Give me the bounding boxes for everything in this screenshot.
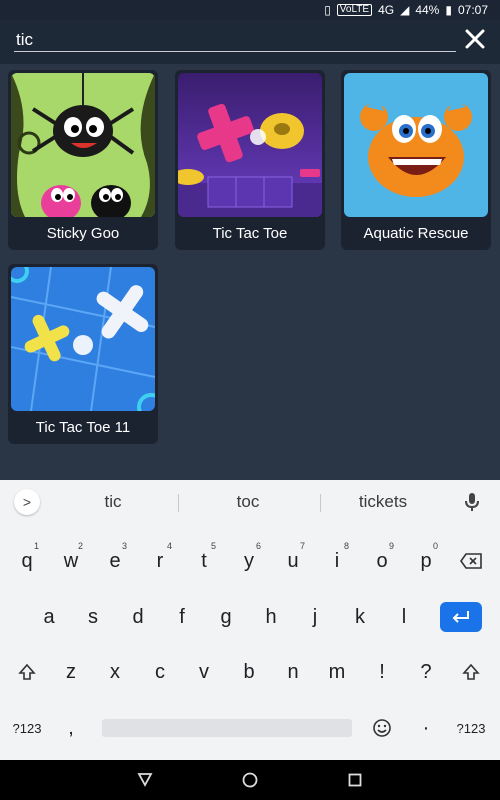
- key-comma[interactable]: ,: [49, 706, 93, 750]
- key-k[interactable]: k: [338, 595, 382, 639]
- game-thumbnail: [11, 73, 155, 217]
- game-thumbnail: [11, 267, 155, 411]
- game-card[interactable]: Aquatic Rescue: [341, 70, 491, 250]
- suggestion-strip: > tic toc tickets: [0, 480, 500, 524]
- game-title: Tic Tac Toe 11: [35, 419, 131, 436]
- game-thumbnail: [344, 73, 488, 217]
- signal-icon: ◢: [400, 3, 410, 17]
- network-indicator: 4G: [378, 3, 395, 17]
- key-y[interactable]: 6y: [227, 539, 271, 583]
- key-q[interactable]: 1q: [5, 539, 49, 583]
- key-g[interactable]: g: [204, 595, 248, 639]
- shift-icon: [462, 663, 480, 680]
- navigation-bar: [0, 760, 500, 800]
- key-j[interactable]: j: [293, 595, 337, 639]
- key-r[interactable]: 4r: [138, 539, 182, 583]
- key-exclamation[interactable]: !: [360, 650, 404, 694]
- game-thumbnail: [178, 73, 322, 217]
- game-card[interactable]: Sticky Goo: [8, 70, 158, 250]
- space-bar[interactable]: [102, 719, 352, 737]
- key-i[interactable]: 8i: [315, 539, 359, 583]
- key-m[interactable]: m: [315, 650, 359, 694]
- game-card[interactable]: Tic Tac Toe 11: [8, 264, 158, 444]
- on-screen-keyboard: > tic toc tickets 1q 2w 3e 4r 5t 6y 7u 8…: [0, 480, 500, 760]
- expand-toolbar-button[interactable]: >: [14, 489, 40, 515]
- game-title: Sticky Goo: [46, 225, 120, 242]
- key-e[interactable]: 3e: [93, 539, 137, 583]
- backspace-key[interactable]: [449, 539, 493, 583]
- shift-icon: [18, 663, 36, 680]
- key-c[interactable]: c: [138, 650, 182, 694]
- emoji-key[interactable]: [360, 706, 404, 750]
- symbols-key[interactable]: ?123: [5, 706, 49, 750]
- key-h[interactable]: h: [249, 595, 293, 639]
- microphone-icon[interactable]: [460, 490, 484, 514]
- backspace-icon: [460, 553, 482, 569]
- key-s[interactable]: s: [71, 595, 115, 639]
- key-l[interactable]: l: [382, 595, 426, 639]
- shift-key[interactable]: [5, 650, 49, 694]
- chevron-right-icon: >: [22, 494, 32, 510]
- search-bar: [0, 20, 500, 64]
- key-a[interactable]: a: [27, 595, 71, 639]
- suggestion-item[interactable]: tic: [58, 480, 168, 524]
- key-u[interactable]: 7u: [271, 539, 315, 583]
- key-period[interactable]: ·: [404, 706, 448, 750]
- key-w[interactable]: 2w: [49, 539, 93, 583]
- clock: 07:07: [457, 3, 488, 17]
- symbols-key-right[interactable]: ?123: [449, 706, 493, 750]
- key-n[interactable]: n: [271, 650, 315, 694]
- key-p[interactable]: 0p: [404, 539, 448, 583]
- key-t[interactable]: 5t: [182, 539, 226, 583]
- enter-key[interactable]: [440, 602, 482, 632]
- back-icon[interactable]: [135, 770, 155, 790]
- game-title: Aquatic Rescue: [363, 225, 469, 242]
- shift-key-right[interactable]: [449, 650, 493, 694]
- battery-percent: 44%: [415, 3, 440, 17]
- results-grid: Sticky Goo Tic Tac Toe Aquatic Rescue Ti…: [0, 64, 500, 480]
- suggestion-divider: [320, 494, 321, 512]
- key-x[interactable]: x: [93, 650, 137, 694]
- key-o[interactable]: 9o: [360, 539, 404, 583]
- enter-icon: [452, 611, 469, 623]
- vibrate-icon: ▯: [324, 3, 331, 17]
- clear-search-button[interactable]: [462, 26, 488, 52]
- search-input[interactable]: [14, 28, 456, 52]
- volte-indicator: VoLTE: [336, 4, 373, 16]
- key-z[interactable]: z: [49, 650, 93, 694]
- suggestion-item[interactable]: toc: [193, 480, 303, 524]
- key-v[interactable]: v: [182, 650, 226, 694]
- key-d[interactable]: d: [116, 595, 160, 639]
- key-question[interactable]: ?: [404, 650, 448, 694]
- emoji-icon: [373, 719, 391, 737]
- key-f[interactable]: f: [160, 595, 204, 639]
- battery-icon: ▮: [445, 3, 452, 17]
- game-card[interactable]: Tic Tac Toe: [175, 70, 325, 250]
- key-b[interactable]: b: [227, 650, 271, 694]
- home-icon[interactable]: [240, 770, 260, 790]
- suggestion-item[interactable]: tickets: [328, 480, 438, 524]
- suggestion-divider: [178, 494, 179, 512]
- status-bar: ▯ VoLTE 4G ◢ 44% ▮ 07:07: [0, 0, 500, 20]
- recents-icon[interactable]: [345, 770, 365, 790]
- close-icon: [465, 29, 485, 49]
- game-title: Tic Tac Toe: [212, 225, 288, 242]
